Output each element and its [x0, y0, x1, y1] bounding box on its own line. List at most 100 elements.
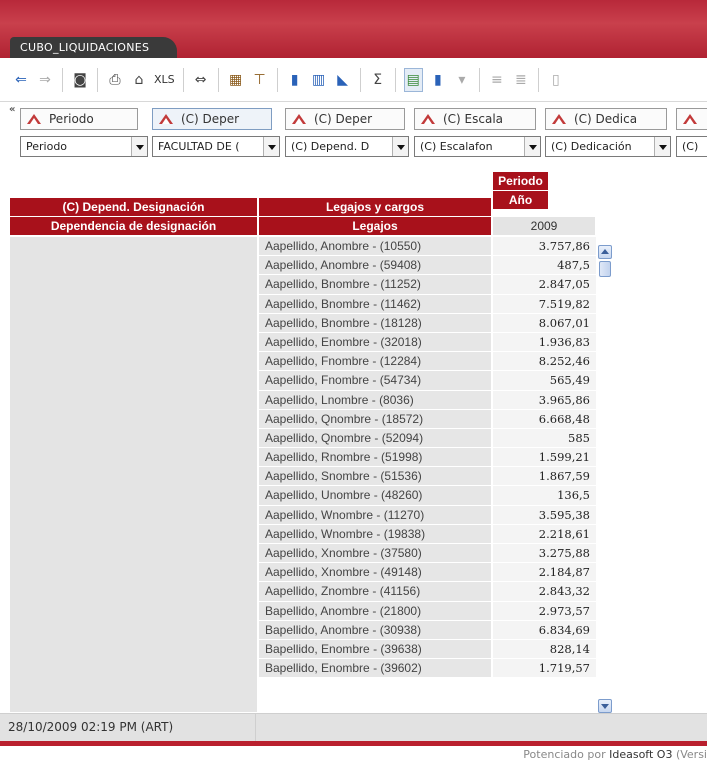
legajo-cell[interactable]: Aapellido, Anombre - (59408)	[259, 256, 491, 275]
table-row[interactable]: Aapellido, Bnombre - (18128) 8.067,01	[259, 313, 596, 333]
dimension-icon	[292, 114, 306, 124]
pivot-icon[interactable]: ▦	[227, 68, 245, 92]
row-header-dependencia[interactable]: (C) Depend. Designación	[10, 198, 257, 216]
table-row[interactable]: Aapellido, Fnombre - (54734) 565,49	[259, 371, 596, 391]
legajo-cell[interactable]: Aapellido, Xnombre - (37580)	[259, 544, 491, 563]
filter-dedicacion-select[interactable]: (C) Dedicación	[545, 136, 671, 157]
row-subheader-dependencia[interactable]: Dependencia de designación	[10, 217, 257, 235]
legajo-cell[interactable]: Bapellido, Enombre - (39602)	[259, 659, 491, 678]
col-header-anio[interactable]: Año	[493, 191, 548, 209]
table-row[interactable]: Aapellido, Enombre - (32018) 1.936,83	[259, 332, 596, 353]
legajo-cell[interactable]: Aapellido, Bnombre - (11462)	[259, 294, 491, 313]
dimension-dedicacion[interactable]: (C) Dedica	[545, 108, 667, 130]
table-row[interactable]: Bapellido, Anombre - (30938) 6.834,69	[259, 620, 596, 640]
filter-depend-select[interactable]: (C) Depend. D	[285, 136, 409, 157]
filter-more-select[interactable]: (C)	[676, 136, 707, 157]
chevron-down-icon[interactable]	[263, 137, 279, 156]
col-header-periodo[interactable]: Periodo	[493, 172, 548, 190]
align-left-icon[interactable]: ≡	[488, 68, 506, 92]
table-row[interactable]: Bapellido, Enombre - (39638) 828,14	[259, 639, 596, 660]
chart-options-chevron-icon[interactable]: ▾	[453, 68, 471, 92]
legajo-cell[interactable]: Bapellido, Anombre - (30938)	[259, 620, 491, 639]
legajo-cell[interactable]: Aapellido, Qnombre - (52094)	[259, 428, 491, 448]
legajo-cell[interactable]: Aapellido, Znombre - (41156)	[259, 582, 491, 601]
sum-button[interactable]: Σ	[369, 68, 387, 92]
table-row[interactable]: Aapellido, Znombre - (41156) 2.843,32	[259, 582, 596, 602]
table-row[interactable]: Aapellido, Wnombre - (11270) 3.595,38	[259, 505, 596, 525]
table-row[interactable]: Aapellido, Lnombre - (8036) 3.965,86	[259, 390, 596, 410]
legajo-cell[interactable]: Aapellido, Qnombre - (18572)	[259, 409, 491, 428]
forward-arrow-icon[interactable]: ⇒	[36, 68, 54, 92]
xls-export-button[interactable]: XLS	[154, 68, 175, 92]
legajo-cell[interactable]: Aapellido, Rnombre - (51998)	[259, 448, 491, 467]
value-cell: 2.843,32	[493, 582, 596, 601]
table-view-icon[interactable]: ▤	[403, 67, 423, 92]
dimension-more[interactable]	[676, 108, 707, 130]
drill-icon[interactable]: ⊤	[251, 68, 269, 92]
back-arrow-icon[interactable]: ⇐	[12, 68, 30, 92]
table-row[interactable]: Bapellido, Enombre - (39602) 1.719,57	[259, 659, 596, 679]
legajo-cell[interactable]: Aapellido, Unombre - (48260)	[259, 486, 491, 505]
table-row[interactable]: Aapellido, Unombre - (48260) 136,5	[259, 486, 596, 506]
table-row[interactable]: Aapellido, Anombre - (10550) 3.757,86	[259, 237, 596, 257]
filter-periodo-select[interactable]: Periodo	[20, 136, 148, 157]
table-row[interactable]: Bapellido, Anombre - (21800) 2.973,57	[259, 601, 596, 621]
table-row[interactable]: Aapellido, Xnombre - (49148) 2.184,87	[259, 563, 596, 583]
print-icon[interactable]: ⎙	[106, 68, 124, 92]
table-row[interactable]: Aapellido, Qnombre - (52094) 585	[259, 428, 596, 449]
scroll-thumb[interactable]	[599, 261, 611, 277]
camera-icon[interactable]: ◙	[71, 68, 89, 92]
legajo-cell[interactable]: Aapellido, Wnombre - (11270)	[259, 505, 491, 524]
bar-chart-table-icon[interactable]: ▥	[310, 68, 328, 92]
scroll-down-icon[interactable]	[598, 699, 612, 713]
legajo-cell[interactable]: Aapellido, Bnombre - (11252)	[259, 275, 491, 294]
legajo-cell[interactable]: Aapellido, Fnombre - (54734)	[259, 371, 491, 390]
table-row[interactable]: Aapellido, Xnombre - (37580) 3.275,88	[259, 544, 596, 564]
dimension-periodo[interactable]: Periodo	[20, 108, 138, 130]
line-chart-icon[interactable]: ◣	[334, 68, 352, 92]
dimension-depend-1[interactable]: (C) Deper	[152, 108, 272, 130]
legajo-cell[interactable]: Bapellido, Anombre - (21800)	[259, 601, 491, 620]
legajo-cell[interactable]: Aapellido, Lnombre - (8036)	[259, 390, 491, 409]
chevron-down-icon[interactable]	[392, 137, 408, 156]
filter-escalafon-select[interactable]: (C) Escalafon	[414, 136, 541, 157]
row-subheader-legajos[interactable]: Legajos	[259, 217, 491, 235]
legajo-cell[interactable]: Aapellido, Wnombre - (19838)	[259, 524, 491, 543]
filter-facultad-select[interactable]: FACULTAD DE (	[152, 136, 280, 157]
legajo-cell[interactable]: Bapellido, Enombre - (39638)	[259, 639, 491, 659]
legajo-cell[interactable]: Aapellido, Anombre - (10550)	[259, 237, 491, 256]
legajo-cell[interactable]: Aapellido, Bnombre - (18128)	[259, 313, 491, 332]
chart-view-icon[interactable]: ▮	[429, 68, 447, 92]
column-chart-icon[interactable]: ▯	[547, 68, 565, 92]
legajo-cell[interactable]: Aapellido, Xnombre - (49148)	[259, 563, 491, 582]
table-row[interactable]: Aapellido, Rnombre - (51998) 1.599,21	[259, 448, 596, 468]
table-row[interactable]: Aapellido, Anombre - (59408) 487,5	[259, 256, 596, 276]
bar-chart-icon[interactable]: ▮	[286, 68, 304, 92]
dimension-escalafon[interactable]: (C) Escala	[414, 108, 536, 130]
value-cell: 8.252,46	[493, 352, 596, 371]
value-cell: 1.719,57	[493, 659, 596, 678]
chevron-down-icon[interactable]	[131, 137, 147, 156]
dimension-depend-2[interactable]: (C) Deper	[285, 108, 405, 130]
vertical-scrollbar[interactable]	[598, 245, 612, 713]
scroll-up-icon[interactable]	[598, 245, 612, 259]
row-header-legajos-cargos[interactable]: Legajos y cargos	[259, 198, 491, 216]
table-row[interactable]: Aapellido, Bnombre - (11462) 7.519,82	[259, 294, 596, 314]
legajo-cell[interactable]: Aapellido, Snombre - (51536)	[259, 467, 491, 486]
table-row[interactable]: Aapellido, Bnombre - (11252) 2.847,05	[259, 275, 596, 295]
table-row[interactable]: Aapellido, Qnombre - (18572) 6.668,48	[259, 409, 596, 429]
table-row[interactable]: Aapellido, Snombre - (51536) 1.867,59	[259, 467, 596, 487]
table-row[interactable]: Aapellido, Fnombre - (12284) 8.252,46	[259, 352, 596, 372]
brand-name[interactable]: Ideasoft O3	[609, 748, 672, 761]
align-right-icon[interactable]: ≣	[512, 68, 530, 92]
footer-line	[0, 741, 707, 746]
table-row[interactable]: Aapellido, Wnombre - (19838) 2.218,61	[259, 524, 596, 544]
legajo-cell[interactable]: Aapellido, Enombre - (32018)	[259, 332, 491, 352]
swap-axes-icon[interactable]: ⇔	[192, 68, 210, 92]
export-icon[interactable]: ⌂	[130, 68, 148, 92]
legajo-cell[interactable]: Aapellido, Fnombre - (12284)	[259, 352, 491, 371]
chevron-down-icon[interactable]	[524, 137, 540, 156]
chevron-down-icon[interactable]	[654, 137, 670, 156]
collapse-chevron-icon[interactable]: «	[9, 104, 15, 115]
cube-tab[interactable]: CUBO_LIQUIDACIONES	[10, 37, 178, 58]
